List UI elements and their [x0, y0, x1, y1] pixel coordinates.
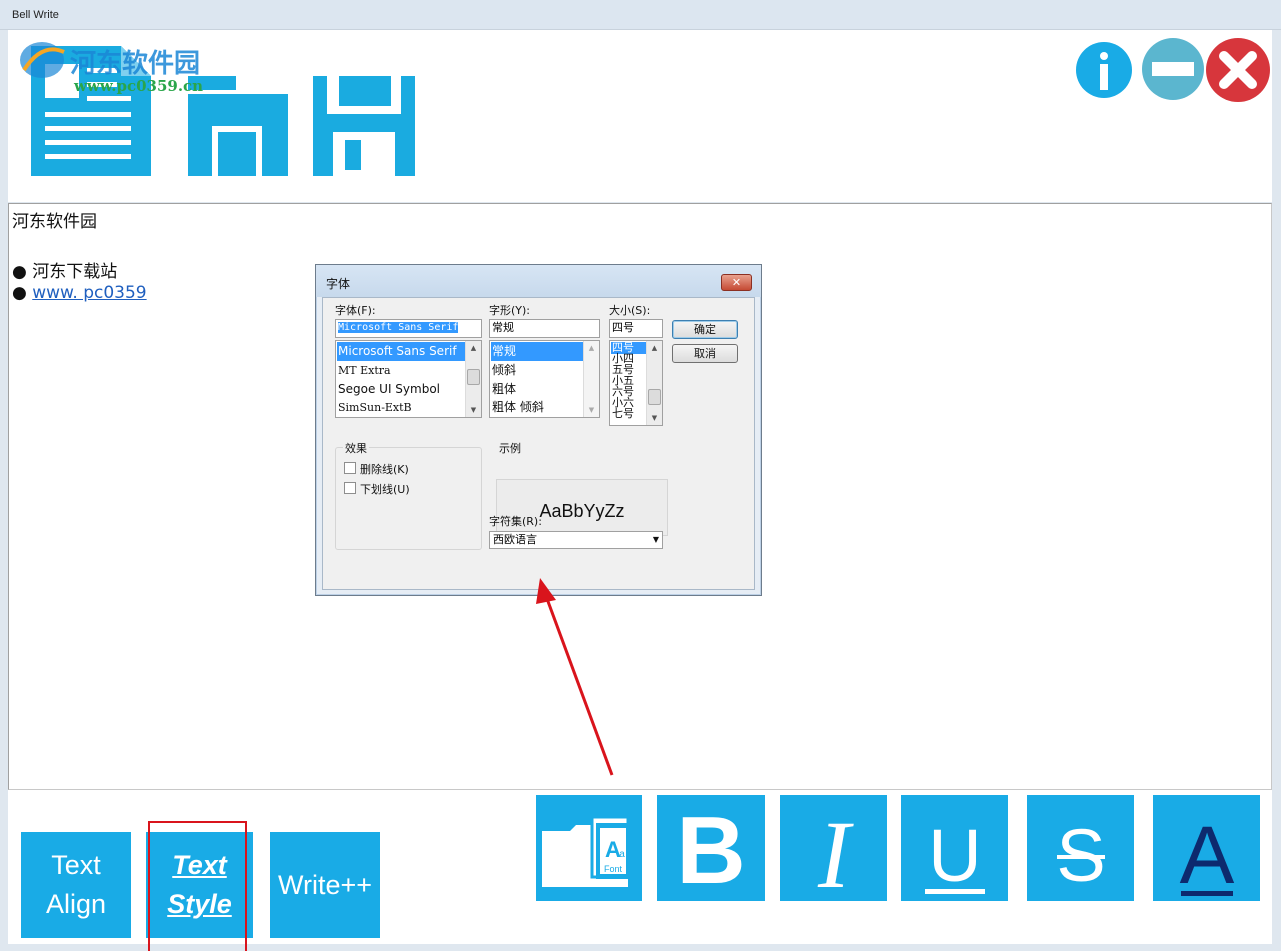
size-label: 大小(S): — [609, 304, 651, 317]
scroll-thumb[interactable] — [467, 369, 480, 385]
font-style-list[interactable]: 常规 倾斜 粗体 粗体 倾斜 ▲ ▼ — [489, 340, 600, 418]
font-dialog-title: 字体 — [326, 277, 351, 291]
minimize-icon[interactable] — [1142, 38, 1204, 100]
close-icon[interactable] — [1206, 38, 1270, 102]
annotation-highlight-box — [148, 821, 247, 951]
underline-icon-label: U — [928, 814, 981, 897]
watermark-site-url: www.pc0359.cn — [74, 77, 204, 95]
script-value: 西欧语言 — [493, 533, 537, 546]
scroll-down-icon[interactable]: ▼ — [584, 403, 599, 417]
text-align-tab[interactable]: Text Align — [21, 832, 131, 938]
editor-line-link: ● www. pc0359 — [12, 283, 147, 303]
font-icon: A a Font — [542, 815, 630, 887]
style-label: 字形(Y): — [489, 304, 531, 317]
strikethrough-button[interactable]: S — [1027, 795, 1134, 901]
font-color-icon-label: A — [1180, 810, 1235, 901]
sample-label: 示例 — [497, 440, 523, 456]
editor-line: ● 河东下载站 — [12, 262, 118, 282]
bold-icon-label: B — [676, 797, 745, 901]
watermark: 河东软件园 www.pc0359.cn — [18, 40, 203, 95]
font-dialog: 字体 ✕ 字体(F): 字形(Y): 大小(S): Microsoft Sans… — [315, 264, 762, 596]
scroll-thumb[interactable] — [648, 389, 661, 405]
annotation-arrow — [536, 578, 614, 776]
italic-icon: I — [817, 801, 854, 908]
style-list-scrollbar[interactable]: ▲ ▼ — [583, 341, 599, 417]
scroll-down-icon[interactable]: ▼ — [647, 411, 662, 425]
list-item[interactable]: 七号 — [611, 408, 634, 420]
editor-link[interactable]: www. pc0359 — [32, 283, 146, 303]
svg-text:a: a — [619, 849, 625, 860]
font-list-scrollbar[interactable]: ▲ ▼ — [465, 341, 481, 417]
font-size-list[interactable]: 四号 小四 五号 小五 六号 小六 七号 ▲ ▼ — [609, 340, 663, 426]
font-color-button[interactable]: A — [1153, 795, 1260, 901]
strikeout-label: 删除线(K) — [360, 463, 409, 476]
size-list-scrollbar[interactable]: ▲ ▼ — [646, 341, 662, 425]
info-icon[interactable] — [1076, 42, 1132, 98]
scroll-up-icon[interactable]: ▲ — [647, 341, 662, 355]
watermark-logo-icon — [20, 42, 65, 78]
underline-label: 下划线(U) — [360, 483, 410, 496]
scroll-down-icon[interactable]: ▼ — [466, 403, 481, 417]
chevron-down-icon: ▼ — [652, 535, 659, 544]
top-toolbar: 河东软件园 www.pc0359.cn — [8, 30, 1272, 202]
cancel-button[interactable]: 取消 — [672, 344, 738, 363]
list-item[interactable]: SimSun-ExtB — [337, 398, 412, 417]
script-select[interactable]: 西欧语言 ▼ — [489, 531, 663, 549]
dialog-close-button[interactable]: ✕ — [721, 274, 752, 291]
list-item[interactable]: 粗体 — [491, 380, 516, 399]
list-item[interactable]: 倾斜 — [491, 361, 516, 380]
list-item[interactable]: Microsoft Sans Serif — [337, 342, 465, 361]
list-item[interactable]: 常规 — [491, 342, 583, 361]
strikeout-checkbox[interactable] — [344, 462, 356, 474]
underline-button[interactable]: U — [901, 795, 1008, 901]
script-label: 字符集(R): — [489, 515, 542, 528]
text-align-label-1: Text — [51, 850, 101, 880]
editor-bullet: ● — [12, 283, 33, 303]
font-style-input[interactable]: 常规 — [489, 319, 600, 338]
floppy-disk-icon[interactable] — [313, 76, 415, 176]
editor-line: 河东软件园 — [12, 212, 97, 232]
list-item[interactable]: Segoe UI Symbol — [337, 380, 440, 399]
font-button[interactable]: A a Font — [536, 795, 642, 901]
list-item[interactable]: 粗体 倾斜 — [491, 398, 544, 417]
watermark-site-name: 河东软件园 — [70, 49, 201, 79]
font-size-input[interactable]: 四号 — [609, 319, 663, 338]
bold-button[interactable]: B — [657, 795, 765, 904]
font-list[interactable]: Microsoft Sans Serif MT Extra Segoe UI S… — [335, 340, 482, 418]
font-dialog-title-bar: 字体 ✕ — [316, 265, 761, 297]
write-plus-tab[interactable]: Write++ — [270, 832, 380, 938]
window-title-bar: Bell Write — [0, 0, 1281, 30]
underline-icon: U — [925, 814, 985, 897]
effects-label: 效果 — [343, 440, 369, 456]
font-name-input[interactable]: Microsoft Sans Serif — [335, 319, 482, 338]
write-plus-label: Write++ — [277, 869, 373, 900]
bold-icon: B — [676, 797, 745, 904]
scroll-up-icon[interactable]: ▲ — [584, 341, 599, 355]
ok-button[interactable]: 确定 — [672, 320, 738, 339]
scroll-up-icon[interactable]: ▲ — [466, 341, 481, 355]
font-icon-label: Font — [604, 864, 623, 874]
underline-checkbox[interactable] — [344, 482, 356, 494]
strikethrough-icon: S — [1056, 814, 1105, 897]
window-title: Bell Write — [12, 9, 59, 21]
font-color-icon: A — [1180, 810, 1235, 901]
italic-icon-label: I — [817, 801, 854, 901]
italic-button[interactable]: I — [780, 795, 887, 908]
text-align-label-2: Align — [45, 889, 107, 919]
list-item[interactable]: MT Extra — [337, 361, 391, 380]
font-label: 字体(F): — [335, 304, 376, 317]
font-dialog-body: 字体(F): 字形(Y): 大小(S): Microsoft Sans Seri… — [322, 297, 755, 590]
